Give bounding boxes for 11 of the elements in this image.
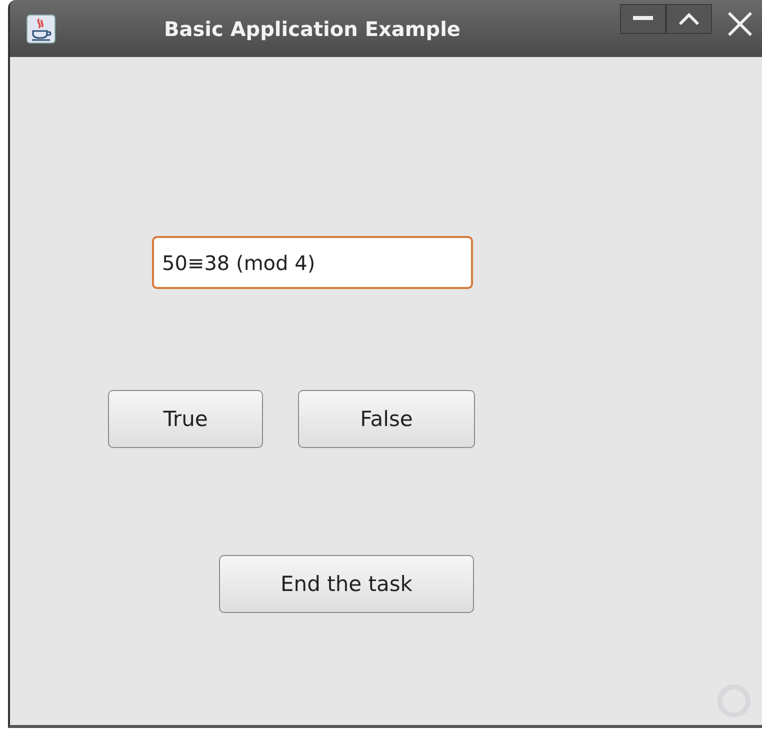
answer-button[interactable]: False [298, 390, 475, 448]
minimize-button[interactable] [620, 4, 666, 34]
close-icon [727, 11, 753, 37]
minimize-icon [633, 16, 653, 22]
window-title: Basic Application Example [164, 16, 462, 40]
end-task-button[interactable]: End the task [219, 555, 474, 613]
answer-button[interactable]: True [108, 390, 263, 448]
maximize-button[interactable] [666, 4, 712, 34]
input-field[interactable]: 50≡38 (mod 4) [152, 236, 473, 289]
maximize-icon [678, 12, 700, 26]
coffee-cup-icon [26, 14, 56, 44]
